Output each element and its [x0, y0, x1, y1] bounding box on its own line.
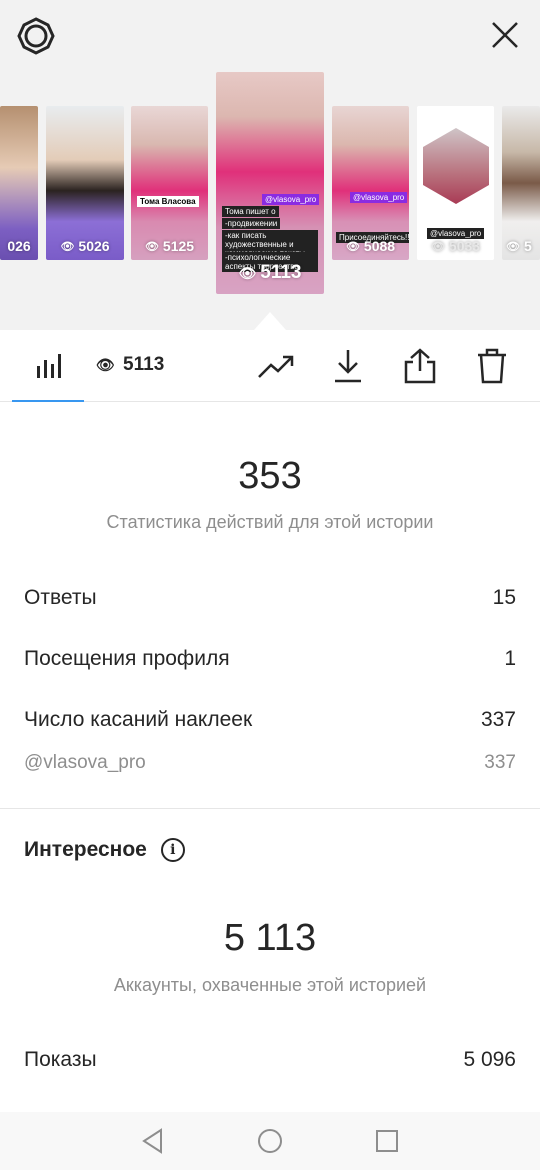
section-title-text: Интересное: [24, 838, 147, 861]
actions-total: 353: [238, 455, 302, 497]
selected-story-pointer: [254, 312, 286, 330]
story-view-count: 026: [0, 238, 38, 254]
stat-value: 337: [480, 708, 516, 731]
system-navigation-bar: [0, 1112, 540, 1170]
eye-icon: 👁: [60, 240, 75, 253]
promote-trend-icon[interactable]: [256, 346, 296, 386]
info-icon[interactable]: i: [160, 838, 185, 862]
story-strip: 026 👁 5026 Тома Власова 👁 5125 @vlasova_pr…: [0, 0, 540, 330]
stat-row-sticker-detail: @vlasova_pro 337: [24, 752, 516, 774]
story-thumbnail[interactable]: @vlasova_pro Присоединяйтесь!!! 👁 5088: [332, 106, 409, 260]
story-view-count: 👁 5088: [332, 238, 409, 254]
story-text-line: -продвижении: [222, 218, 281, 229]
stat-row-replies: Ответы 15: [24, 586, 516, 610]
reach-caption: Аккаунты, охваченные этой историей: [113, 975, 427, 995]
bar-chart-icon: [37, 354, 61, 378]
story-view-count-value: 5033: [448, 238, 481, 254]
settings-gear-icon[interactable]: [14, 14, 58, 58]
story-view-count: 👁 5033: [417, 238, 494, 254]
close-icon[interactable]: [484, 14, 526, 56]
actions-caption: Статистика действий для этой истории: [106, 512, 434, 532]
story-view-count-value: 5026: [78, 238, 110, 254]
back-triangle-icon[interactable]: [141, 1128, 165, 1154]
eye-icon: 👁: [430, 240, 445, 253]
sticker-mention-label[interactable]: @vlasova_pro: [24, 752, 146, 774]
section-divider: [0, 808, 540, 809]
story-view-count-value: 026: [7, 238, 31, 254]
share-icon[interactable]: [400, 346, 440, 386]
tab-viewers[interactable]: 👁 5113: [96, 354, 164, 376]
stat-label: Показы: [24, 1048, 97, 1071]
story-view-count: 👁 5: [502, 238, 540, 254]
story-thumbnail-image: [131, 106, 208, 260]
story-thumbnail-image: [46, 106, 124, 260]
story-thumbnail[interactable]: 👁 5026: [46, 106, 124, 260]
discovery-section-title: Интересное i: [24, 838, 185, 862]
trash-icon[interactable]: [472, 346, 512, 386]
story-toolbar: 👁 5113: [0, 330, 540, 402]
story-view-count: 👁 5125: [131, 238, 208, 254]
tab-active-indicator: [12, 400, 84, 402]
story-view-count-value: 5088: [363, 238, 396, 254]
stat-label: Число касаний наклеек: [24, 708, 253, 731]
story-thumbnail-image: [502, 106, 540, 260]
download-icon[interactable]: [328, 346, 368, 386]
stat-row-profile-visits: Посещения профиля 1: [24, 647, 516, 671]
stat-label: Ответы: [24, 586, 97, 609]
stat-row-sticker-taps: Число касаний наклеек 337: [24, 708, 516, 732]
eye-icon: 👁: [506, 240, 520, 253]
stat-label: Посещения профиля: [24, 647, 230, 670]
story-thumbnail[interactable]: @vlasova_pro 👁 5033: [417, 106, 494, 260]
stat-value: 337: [484, 752, 516, 773]
stat-row-impressions: Показы 5 096: [24, 1048, 516, 1072]
story-sticker-label: Тома Власова: [137, 196, 199, 207]
eye-icon: 👁: [144, 240, 159, 253]
story-thumbnail[interactable]: 👁 5: [502, 106, 540, 260]
tab-insights[interactable]: [12, 330, 84, 402]
story-view-count: 👁 5026: [46, 238, 124, 254]
eye-icon: 👁: [96, 357, 116, 374]
viewer-count-value: 5113: [123, 354, 165, 375]
eye-icon: 👁: [238, 264, 257, 281]
story-mention-sticker: @vlasova_pro: [350, 192, 408, 203]
recents-square-icon[interactable]: [375, 1129, 399, 1153]
stat-value: 5 096: [463, 1048, 516, 1071]
home-circle-icon[interactable]: [257, 1128, 283, 1154]
story-view-count-value: 5: [523, 238, 532, 254]
story-text-line: Тома пишет о: [222, 206, 279, 217]
story-view-count: 👁 5113: [216, 262, 324, 284]
story-thumbnail-image: [0, 106, 38, 260]
story-thumbnail-selected[interactable]: @vlasova_pro Тома пишет о -продвижении -…: [216, 72, 324, 294]
story-thumbnail[interactable]: Тома Власова 👁 5125: [131, 106, 208, 260]
story-thumbnail[interactable]: 026: [0, 106, 38, 260]
stat-value: 15: [492, 586, 516, 609]
stat-value: 1: [504, 647, 516, 670]
eye-icon: 👁: [345, 240, 360, 253]
story-view-count-value: 5113: [260, 262, 302, 283]
story-view-count-value: 5125: [162, 238, 195, 254]
reach-total: 5 113: [223, 917, 317, 959]
story-mention-sticker: @vlasova_pro: [262, 194, 320, 205]
